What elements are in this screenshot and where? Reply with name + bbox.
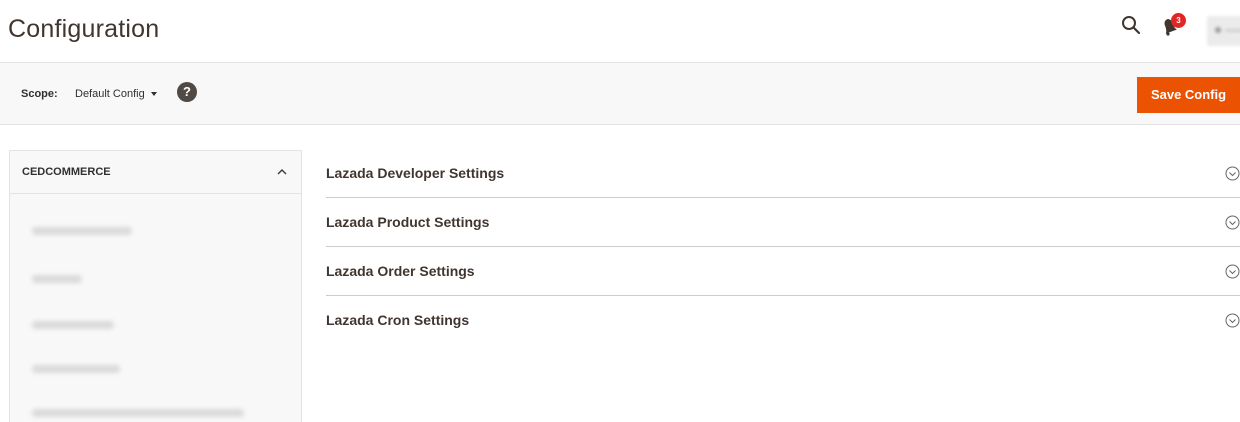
sidebar-item-blurred[interactable]	[32, 365, 120, 373]
scope-bar: Scope: Default Config ? Save Config	[0, 62, 1240, 125]
scope-value: Default Config	[75, 88, 145, 100]
chevron-down-circle-icon	[1225, 313, 1240, 328]
section-title: Lazada Developer Settings	[326, 165, 505, 181]
caret-down-icon	[150, 92, 157, 97]
config-sidebar: CEDCOMMERCE	[9, 150, 302, 422]
page-title: Configuration	[8, 15, 160, 43]
section-lazada-product-settings[interactable]: Lazada Product Settings	[326, 198, 1240, 247]
sidebar-item-blurred[interactable]	[32, 321, 114, 329]
help-icon[interactable]: ?	[177, 82, 197, 102]
chevron-down-circle-icon	[1225, 166, 1240, 181]
sidebar-tab-header[interactable]: CEDCOMMERCE	[10, 151, 301, 194]
section-lazada-cron-settings[interactable]: Lazada Cron Settings	[326, 296, 1240, 345]
header-actions: 3	[1060, 0, 1240, 62]
section-lazada-developer-settings[interactable]: Lazada Developer Settings	[326, 149, 1240, 198]
section-title: Lazada Product Settings	[326, 214, 490, 230]
section-title: Lazada Order Settings	[326, 263, 475, 279]
user-account-menu[interactable]	[1207, 16, 1240, 46]
section-title: Lazada Cron Settings	[326, 312, 470, 328]
sidebar-item-blurred[interactable]	[32, 409, 244, 417]
scope-label: Scope:	[21, 88, 58, 100]
sidebar-item-blurred[interactable]	[32, 275, 82, 283]
chevron-up-icon	[277, 169, 287, 175]
chevron-down-circle-icon	[1225, 215, 1240, 230]
scope-switcher[interactable]: Default Config	[75, 88, 157, 100]
section-lazada-order-settings[interactable]: Lazada Order Settings	[326, 247, 1240, 296]
search-icon[interactable]	[1120, 14, 1142, 36]
notifications-button[interactable]: 3	[1160, 13, 1190, 39]
config-sections: Lazada Developer Settings Lazada Product…	[326, 149, 1240, 345]
sidebar-item-blurred[interactable]	[32, 227, 132, 235]
save-config-button[interactable]: Save Config	[1137, 77, 1240, 113]
chevron-down-circle-icon	[1225, 264, 1240, 279]
notification-count-badge: 3	[1171, 13, 1186, 28]
sidebar-tab-title: CEDCOMMERCE	[22, 166, 111, 178]
